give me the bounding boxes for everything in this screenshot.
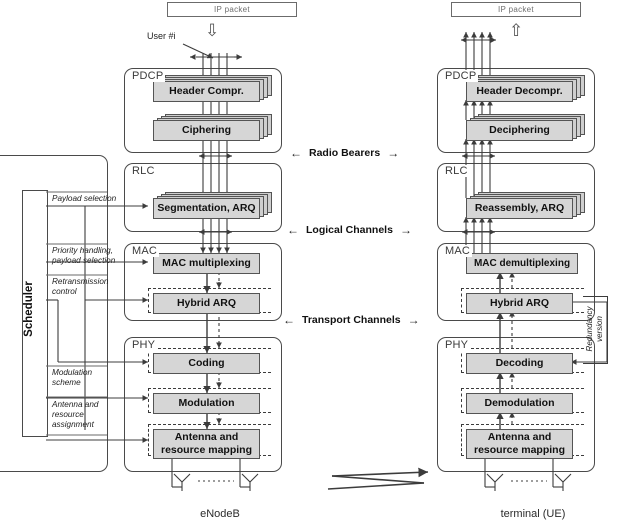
process-antenna-resource-mapping-left[interactable]: Antenna and resource mapping (153, 429, 260, 459)
redundancy-version-label: Redundancy version (585, 306, 604, 352)
process-label: Demodulation (484, 396, 555, 409)
arrow-left-glyph: ← (290, 146, 302, 160)
scheduler-signal-antenna-resource-assignment: Antenna and resource assignment (52, 400, 99, 429)
layer-name-pdcp-left: PDCP (130, 70, 166, 82)
process-demodulation-right[interactable]: Demodulation (466, 393, 573, 414)
process-deciphering-right[interactable]: Deciphering (466, 120, 573, 141)
channel-text: Transport Channels (302, 314, 401, 326)
process-label: Antenna and (174, 430, 239, 443)
arrow-left-glyph: ← (283, 313, 295, 327)
process-label: Deciphering (489, 123, 550, 136)
process-label: MAC multiplexing (162, 256, 251, 269)
channel-text: Logical Channels (306, 224, 393, 236)
node-label-enodeb: eNodeB (200, 508, 240, 520)
process-label: Coding (188, 356, 225, 369)
channel-label-logical-channels: ← Logical Channels → (287, 223, 412, 237)
process-header-decompression-right[interactable]: Header Decompr. (466, 81, 573, 102)
process-label: Header Compr. (169, 84, 244, 97)
scheduler-signal-retransmission-control: Retransmission control (52, 277, 109, 296)
process-label: Antenna and (487, 430, 552, 443)
channel-label-transport-channels: ← Transport Channels → (283, 313, 420, 327)
ip-packet-label-left: IP packet (214, 5, 250, 14)
uplink-block-arrow-right: ⇧ (509, 21, 524, 40)
scheduler-signal-payload-selection: Payload selection (52, 194, 117, 203)
layer-name-rlc-right: RLC (443, 165, 470, 177)
process-label: Segmentation, ARQ (157, 201, 256, 214)
process-label: MAC demultiplexing (473, 257, 571, 269)
process-decoding-right[interactable]: Decoding (466, 353, 573, 374)
process-hybrid-arq-left[interactable]: Hybrid ARQ (153, 293, 260, 314)
process-label: Ciphering (182, 123, 231, 136)
process-label: Hybrid ARQ (489, 296, 550, 309)
process-label: Hybrid ARQ (176, 296, 237, 309)
process-reassembly-arq-right[interactable]: Reassembly, ARQ (466, 198, 573, 219)
process-label: Modulation (178, 396, 235, 409)
ip-packet-label-right: IP packet (498, 5, 534, 14)
process-segmentation-arq-left[interactable]: Segmentation, ARQ (153, 198, 260, 219)
process-mac-demultiplexing-right[interactable]: MAC demultiplexing (466, 253, 578, 274)
process-mac-multiplexing-left[interactable]: MAC multiplexing (153, 253, 260, 274)
arrow-right-glyph: → (399, 223, 412, 237)
process-label: Decoding (495, 356, 544, 369)
arrow-left-glyph: ← (287, 223, 299, 237)
process-label-second-line: resource mapping (473, 444, 566, 456)
channel-text: Radio Bearers (309, 147, 381, 159)
ip-packet-box-left: IP packet (167, 2, 297, 17)
process-antenna-resource-mapping-right[interactable]: Antenna and resource mapping (466, 429, 573, 459)
process-header-compression-left[interactable]: Header Compr. (153, 81, 260, 102)
process-hybrid-arq-right[interactable]: Hybrid ARQ (466, 293, 573, 314)
process-modulation-left[interactable]: Modulation (153, 393, 260, 414)
process-label: Reassembly, ARQ (474, 201, 565, 214)
node-label-terminal: terminal (UE) (500, 508, 566, 520)
layer-name-rlc-left: RLC (130, 165, 157, 177)
layer-name-pdcp-right: PDCP (443, 70, 479, 82)
scheduler-signal-modulation-scheme: Modulation scheme (52, 368, 93, 387)
process-ciphering-left[interactable]: Ciphering (153, 120, 260, 141)
downlink-block-arrow-left: ⇩ (205, 21, 220, 40)
scheduler-label: Scheduler (23, 281, 35, 337)
ip-packet-box-right: IP packet (451, 2, 581, 17)
process-label: Header Decompr. (476, 84, 563, 97)
layer-name-phy-right: PHY (443, 339, 471, 351)
user-label: User #i (147, 31, 176, 41)
layer-name-phy-left: PHY (130, 339, 158, 351)
scheduler-signal-priority-handling: Priority handling, payload selection (52, 246, 116, 265)
arrow-right-glyph: → (387, 146, 400, 160)
process-coding-left[interactable]: Coding (153, 353, 260, 374)
process-label-second-line: resource mapping (160, 444, 253, 456)
channel-label-radio-bearers: ← Radio Bearers → (290, 146, 399, 160)
layer-name-mac-left: MAC (130, 245, 160, 257)
arrow-right-glyph: → (407, 313, 420, 327)
layer-name-mac-right: MAC (443, 245, 473, 257)
